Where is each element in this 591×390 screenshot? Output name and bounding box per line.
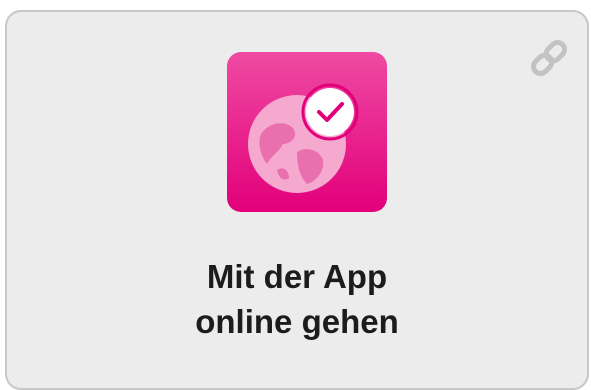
card-title-line2: online gehen <box>195 303 399 340</box>
card-title-line1: Mit der App <box>206 258 388 295</box>
globe-check-icon <box>227 52 387 212</box>
link-icon[interactable] <box>525 34 573 82</box>
online-app-card[interactable]: Mit der App online gehen <box>5 10 589 390</box>
